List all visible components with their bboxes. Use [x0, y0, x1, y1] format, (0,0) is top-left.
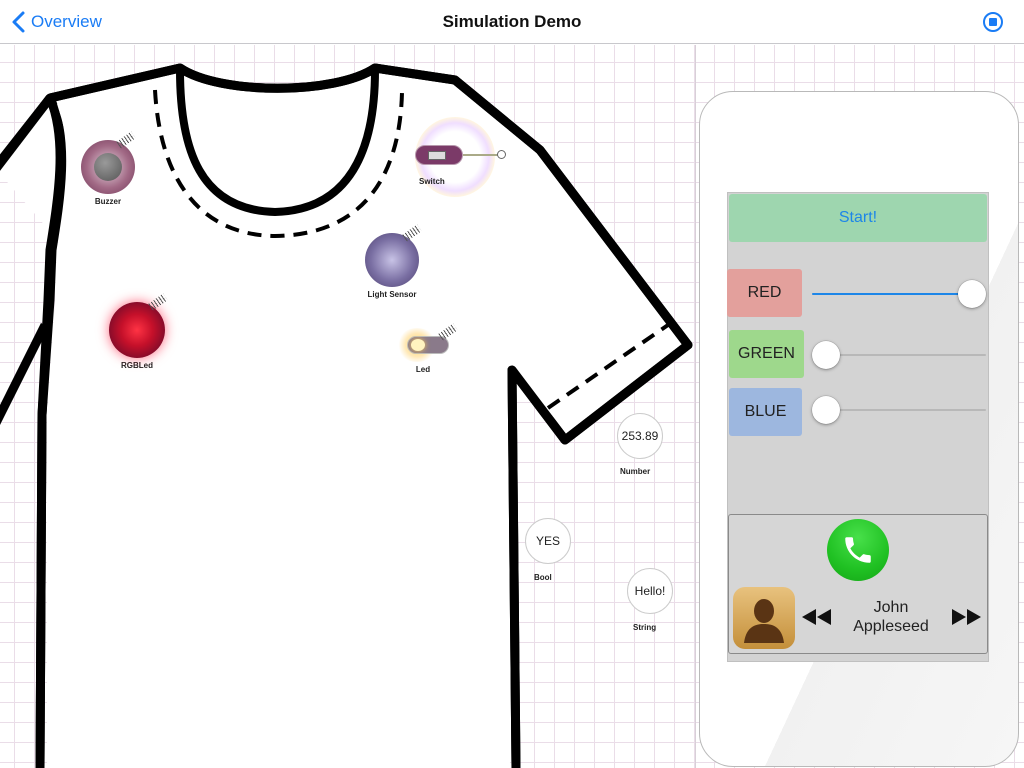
led-label: Led	[415, 365, 431, 374]
contact-name: John Appleseed	[853, 599, 929, 635]
red-slider-thumb[interactable]	[958, 280, 986, 308]
person-silhouette	[744, 599, 784, 643]
stop-icon	[989, 18, 997, 26]
blue-slider-thumb[interactable]	[812, 396, 840, 424]
led-board	[397, 323, 458, 362]
led-component[interactable]: Led	[388, 323, 458, 374]
blue-slider[interactable]	[812, 395, 986, 425]
back-button[interactable]: Overview	[10, 10, 102, 34]
bool-value-label: Bool	[534, 573, 552, 582]
design-canvas[interactable]: Buzzer Switch Light Sensor RGBLed Led 25…	[0, 45, 695, 768]
switch-board	[415, 145, 463, 165]
number-value-bubble[interactable]: 253.89	[617, 413, 663, 459]
light-sensor-label: Light Sensor	[367, 290, 417, 299]
green-label: GREEN	[729, 330, 804, 378]
red-label: RED	[727, 269, 802, 317]
rgbled-board	[109, 293, 168, 358]
red-slider[interactable]	[812, 279, 986, 309]
string-value-label: String	[633, 623, 657, 632]
rewind-icon[interactable]	[801, 607, 833, 627]
fast-forward-icon[interactable]	[950, 607, 982, 627]
buzzer-board	[81, 131, 136, 194]
navigation-bar: Overview Simulation Demo	[0, 0, 1024, 44]
light-sensor-component[interactable]: Light Sensor	[352, 224, 432, 299]
buzzer-label: Buzzer	[94, 197, 122, 206]
back-button-label: Overview	[31, 12, 102, 31]
blue-label: BLUE	[729, 388, 802, 436]
bool-value-bubble[interactable]: YES	[525, 518, 571, 564]
phone-icon	[845, 537, 871, 563]
number-value-label: Number	[620, 467, 651, 476]
switch-label: Switch	[419, 177, 445, 186]
call-button[interactable]	[827, 519, 889, 581]
green-slider-thumb[interactable]	[812, 341, 840, 369]
start-button[interactable]: Start!	[729, 194, 987, 242]
contact-icon[interactable]	[733, 587, 795, 649]
string-value-bubble[interactable]: Hello!	[627, 568, 673, 614]
page-title: Simulation Demo	[442, 12, 582, 31]
rgbled-component[interactable]: RGBLed	[102, 293, 172, 370]
rgbled-label: RGBLed	[121, 361, 153, 370]
stop-button[interactable]	[983, 12, 1003, 32]
green-slider[interactable]	[812, 340, 986, 370]
chevron-left-icon	[12, 11, 25, 33]
buzzer-component[interactable]: Buzzer	[78, 131, 138, 206]
light-sensor-board	[365, 224, 422, 287]
